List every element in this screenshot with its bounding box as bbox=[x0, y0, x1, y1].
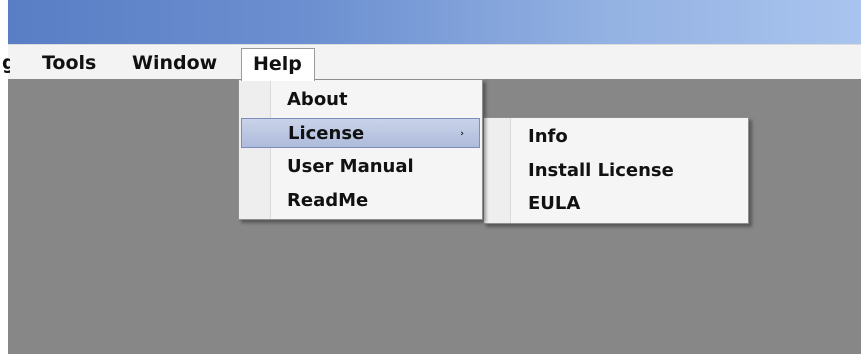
license-item-install[interactable]: Install License bbox=[528, 156, 674, 186]
menu-window[interactable]: Window bbox=[132, 50, 217, 77]
help-item-license-label: License bbox=[288, 123, 365, 144]
help-item-readme[interactable]: ReadMe bbox=[241, 186, 480, 216]
help-item-user-manual[interactable]: User Manual bbox=[241, 152, 480, 182]
chevron-right-icon: › bbox=[460, 129, 464, 139]
license-item-info[interactable]: Info bbox=[528, 122, 568, 152]
menu-help[interactable]: Help bbox=[241, 48, 315, 81]
menu-bar: g Tools Window Help bbox=[2, 44, 861, 81]
menu-item-partial[interactable]: g bbox=[2, 50, 10, 77]
license-item-eula[interactable]: EULA bbox=[528, 189, 580, 219]
menu-tools[interactable]: Tools bbox=[42, 50, 96, 77]
title-bar bbox=[8, 0, 861, 44]
help-item-about[interactable]: About bbox=[241, 85, 480, 115]
submenu-gutter bbox=[484, 118, 511, 223]
license-submenu: Info Install License EULA bbox=[483, 117, 749, 224]
help-item-license[interactable]: License › bbox=[241, 118, 480, 148]
help-dropdown: About License › User Manual ReadMe bbox=[238, 79, 483, 220]
